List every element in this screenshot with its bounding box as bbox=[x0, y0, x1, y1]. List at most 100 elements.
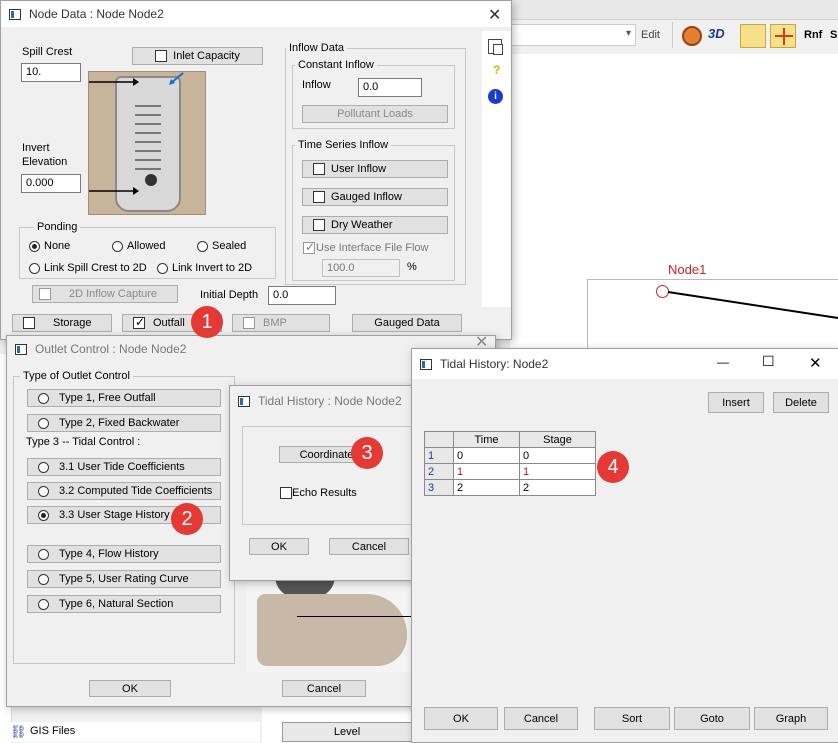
invert-elevation-input[interactable]: 0.000 bbox=[21, 174, 81, 193]
type32-option[interactable]: 3.2 Computed Tide Coefficients bbox=[27, 482, 221, 500]
insert-button[interactable]: Insert bbox=[708, 392, 764, 413]
type32-radio[interactable] bbox=[38, 485, 49, 497]
delete-button[interactable]: Delete bbox=[773, 392, 829, 413]
tidal-history-table[interactable]: Time Stage 1 0 0 2 1 1 3 2 2 bbox=[424, 431, 596, 496]
link-invert-radio[interactable] bbox=[157, 262, 168, 274]
type2-radio[interactable] bbox=[38, 417, 49, 429]
maximize-icon[interactable]: ☐ bbox=[762, 353, 775, 370]
type1-radio[interactable] bbox=[38, 392, 49, 404]
crosshair-icon[interactable] bbox=[770, 24, 796, 48]
stage-cell[interactable]: 1 bbox=[519, 463, 596, 480]
gear-icon[interactable] bbox=[682, 26, 702, 46]
rnf-button[interactable]: Rnf bbox=[804, 29, 822, 41]
close-icon[interactable]: ✕ bbox=[488, 5, 501, 25]
tidal-ok-button[interactable]: OK bbox=[424, 707, 498, 730]
tidal-cancel-button[interactable]: Cancel bbox=[504, 707, 578, 730]
user-inflow-button[interactable]: User Inflow bbox=[302, 160, 448, 178]
inflow-capture-button[interactable]: 2D Inflow Capture bbox=[32, 285, 178, 303]
type31-option[interactable]: 3.1 User Tide Coefficients bbox=[27, 458, 221, 476]
storage-checkbox[interactable] bbox=[23, 317, 35, 329]
use-interface-row[interactable]: Use Interface File Flow bbox=[303, 240, 428, 256]
level-column-header[interactable]: Level bbox=[282, 722, 412, 742]
table-row[interactable]: 2 1 1 bbox=[424, 463, 596, 480]
invert-elevation-label-1: Invert bbox=[22, 142, 50, 154]
inflow-capture-checkbox[interactable] bbox=[39, 288, 51, 300]
minimize-icon[interactable]: — bbox=[717, 355, 729, 369]
use-interface-checkbox[interactable] bbox=[303, 240, 315, 255]
bmp-checkbox[interactable] bbox=[243, 317, 255, 329]
tidal-small-title: Tidal History : Node Node2 bbox=[258, 394, 402, 408]
info-icon[interactable]: i bbox=[488, 89, 503, 104]
ponding-none-option[interactable]: None bbox=[29, 240, 70, 252]
type32-label: 3.2 Computed Tide Coefficients bbox=[59, 485, 213, 497]
time-cell[interactable]: 1 bbox=[453, 463, 520, 480]
table-row[interactable]: 1 0 0 bbox=[424, 447, 596, 464]
link-invert-option[interactable]: Link Invert to 2D bbox=[157, 262, 252, 274]
type6-option[interactable]: Type 6, Natural Section bbox=[27, 595, 221, 613]
time-cell[interactable]: 2 bbox=[453, 479, 520, 496]
sort-button[interactable]: Sort bbox=[594, 707, 670, 730]
type1-option[interactable]: Type 1, Free Outfall bbox=[27, 389, 221, 407]
type31-radio[interactable] bbox=[38, 461, 49, 473]
info-icon-glyph: i bbox=[494, 91, 497, 102]
type5-option[interactable]: Type 5, User Rating Curve bbox=[27, 570, 221, 588]
initial-depth-input[interactable]: 0.0 bbox=[268, 286, 336, 305]
type5-radio[interactable] bbox=[38, 573, 49, 585]
ponding-sealed-option[interactable]: Sealed bbox=[197, 240, 246, 252]
type2-option[interactable]: Type 2, Fixed Backwater bbox=[27, 414, 221, 432]
column-header-time[interactable]: Time bbox=[453, 431, 520, 448]
stage-cell[interactable]: 2 bbox=[519, 479, 596, 496]
inlet-capacity-checkbox[interactable] bbox=[155, 50, 168, 62]
echo-results-checkbox[interactable] bbox=[280, 487, 292, 500]
storage-button[interactable]: Storage bbox=[12, 314, 112, 332]
link-spill-label: Link Spill Crest to 2D bbox=[44, 262, 147, 274]
3d-view-icon[interactable]: 3D bbox=[708, 26, 732, 46]
pollutant-loads-button[interactable]: Pollutant Loads bbox=[302, 105, 448, 123]
row-index: 2 bbox=[424, 463, 454, 480]
graph-button[interactable]: Graph bbox=[754, 707, 828, 730]
tidal-small-ok-button[interactable]: OK bbox=[249, 538, 309, 555]
type4-option[interactable]: Type 4, Flow History bbox=[27, 545, 221, 563]
outlet-ok-button[interactable]: OK bbox=[89, 680, 171, 697]
step-badge-4: 4 bbox=[597, 451, 629, 483]
ponding-allowed-option[interactable]: Allowed bbox=[112, 240, 166, 252]
s-button[interactable]: S bbox=[830, 29, 837, 41]
table-row[interactable]: 3 2 2 bbox=[424, 479, 596, 496]
stage-cell[interactable]: 0 bbox=[519, 447, 596, 464]
spill-crest-label: Spill Crest bbox=[22, 46, 73, 58]
outlet-type-label: Type of Outlet Control bbox=[20, 370, 133, 382]
inlet-capacity-button[interactable]: Inlet Capacity bbox=[132, 47, 263, 65]
interface-percent-input[interactable]: 100.0 bbox=[322, 259, 400, 277]
dry-weather-button[interactable]: Dry Weather bbox=[302, 216, 448, 234]
toolbar-dropdown[interactable]: ▾ bbox=[510, 24, 636, 46]
copy-icon[interactable] bbox=[488, 39, 503, 55]
time-cell[interactable]: 0 bbox=[453, 447, 520, 464]
close-icon[interactable]: ✕ bbox=[809, 354, 822, 372]
dry-weather-checkbox[interactable] bbox=[313, 219, 325, 231]
user-inflow-checkbox[interactable] bbox=[313, 163, 325, 175]
gauged-inflow-checkbox[interactable] bbox=[313, 191, 325, 203]
link-spill-option[interactable]: Link Spill Crest to 2D bbox=[29, 262, 147, 274]
help-icon[interactable]: ? bbox=[493, 63, 500, 77]
link-spill-radio[interactable] bbox=[29, 262, 40, 274]
type4-radio[interactable] bbox=[38, 548, 49, 560]
echo-results-option[interactable]: Echo Results bbox=[280, 487, 357, 500]
outlet-cancel-button[interactable]: Cancel bbox=[282, 680, 366, 697]
ponding-allowed-radio[interactable] bbox=[112, 240, 123, 252]
layers-icon[interactable] bbox=[740, 24, 766, 48]
tidal-small-cancel-button[interactable]: Cancel bbox=[329, 538, 409, 555]
bmp-button[interactable]: BMP bbox=[232, 314, 330, 332]
ponding-sealed-radio[interactable] bbox=[197, 240, 208, 252]
gis-files-row[interactable]: ⛓ GIS Files bbox=[0, 722, 260, 742]
type6-radio[interactable] bbox=[38, 598, 49, 610]
spill-crest-input[interactable]: 10. bbox=[21, 63, 81, 82]
gauged-data-button[interactable]: Gauged Data bbox=[352, 314, 462, 332]
gauged-inflow-button[interactable]: Gauged Inflow bbox=[302, 188, 448, 206]
column-header-stage[interactable]: Stage bbox=[519, 431, 596, 448]
outfall-checkbox[interactable] bbox=[133, 315, 145, 329]
ponding-none-radio[interactable] bbox=[29, 240, 40, 252]
edit-button[interactable]: Edit bbox=[641, 29, 660, 41]
type33-radio[interactable] bbox=[38, 509, 49, 521]
inflow-input[interactable]: 0.0 bbox=[358, 78, 422, 97]
goto-button[interactable]: Goto bbox=[674, 707, 750, 730]
